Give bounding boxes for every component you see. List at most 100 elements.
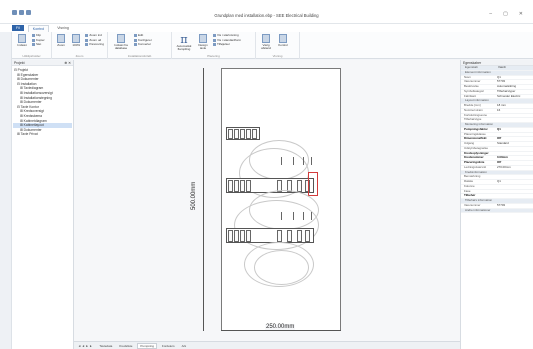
pan-button[interactable]: Panorering [85, 43, 104, 47]
window-controls: – ▢ ✕ [489, 11, 523, 17]
property-value: Værdi [498, 66, 506, 69]
group-label: Installationsforløb [127, 54, 152, 58]
zoom-icon [57, 34, 66, 43]
sheet-tab[interactable]: Fordelers [160, 344, 177, 348]
group-label: Visning [272, 54, 283, 58]
additions-button[interactable]: Tilføjelser [213, 43, 241, 47]
property-key: Kolonne [464, 184, 475, 188]
navigator-pin-close[interactable]: ⊕ ✕ [64, 61, 71, 65]
project-navigator: Projekt ⊕ ✕ ⊟ Projekt ⊞ Egenskaber ⊞ Dok… [12, 60, 74, 349]
convert-button[interactable]: Konverter [134, 43, 152, 47]
distance-icon [262, 34, 270, 43]
sheet-tab[interactable]: Tavledata [97, 344, 114, 348]
terminal-tick [281, 212, 282, 220]
property-value[interactable] [497, 118, 533, 122]
insert-from-database-button[interactable]: Indsæt fra database [111, 34, 131, 51]
clipboard-small-buttons: Klip Kopier Slet [32, 33, 45, 47]
property-value [498, 199, 533, 203]
module [246, 129, 251, 139]
property-key: Nominel strøm [464, 108, 483, 112]
module [252, 129, 257, 139]
delete-button[interactable]: Slet [32, 43, 45, 47]
ribbon-group-zoom: Zoom 100% Zoom ind Zoom ud Panorering Zo… [52, 32, 108, 59]
tab-file[interactable]: Fil [12, 25, 24, 31]
property-key: Element information [465, 70, 491, 74]
module [228, 180, 233, 192]
property-key: Fase [464, 189, 471, 193]
close-button[interactable]: ✕ [519, 11, 523, 17]
property-value[interactable]: Q1 [497, 76, 533, 80]
property-value[interactable] [497, 194, 533, 198]
drawing-canvas[interactable]: 500.00mm 250.00mm [74, 60, 460, 341]
property-value[interactable]: Q1 [497, 128, 533, 132]
terminal-tick [281, 157, 282, 165]
property-value [498, 209, 533, 213]
property-key: Kredsoplysninger [464, 151, 489, 155]
property-value[interactable]: 57703 [497, 204, 533, 208]
property-value[interactable] [497, 175, 533, 179]
terminal-tick [311, 212, 312, 220]
property-key: Tilbehørs information [465, 199, 493, 202]
property-value[interactable]: 0.00mm [497, 156, 533, 160]
paste-icon [18, 34, 26, 43]
property-value[interactable]: 16 [497, 109, 533, 113]
property-value [498, 171, 533, 175]
property-key: Bredde [mm] [464, 104, 481, 107]
placement-small-buttons: Vis i startvisning Vis i standardform Ti… [213, 33, 241, 47]
design-panel-button[interactable]: Design tavle [196, 34, 210, 51]
selected-component-highlight[interactable] [308, 172, 318, 196]
property-value[interactable] [497, 133, 533, 137]
tab-visning[interactable]: Visning [53, 25, 73, 31]
property-value[interactable] [497, 114, 533, 118]
property-value[interactable] [497, 185, 533, 189]
paste-button[interactable]: Indsæt [15, 34, 29, 47]
tree-item[interactable]: ⊞ Tavle Privat [13, 132, 72, 137]
property-value[interactable]: Schneider Electric [497, 95, 533, 99]
din-rail-bottom[interactable] [226, 228, 314, 243]
minimize-button[interactable]: – [489, 11, 492, 17]
module [240, 129, 245, 139]
sheet-tab[interactable]: Ark [180, 344, 189, 348]
sheet-tab[interactable]: Kredsliste [117, 344, 134, 348]
property-value[interactable]: Automatsikring [497, 85, 533, 89]
auto-placement-button[interactable]: π Automatisk flampiling [175, 34, 193, 52]
terminal-tick [293, 157, 294, 165]
select-distance-button[interactable]: Vælg afstand [259, 34, 273, 51]
property-key: Layout information [465, 99, 489, 103]
module [228, 230, 233, 242]
property-value[interactable]: Off [497, 161, 533, 165]
sheet-tab-active[interactable]: Pumpning [137, 342, 157, 349]
module [240, 230, 245, 242]
property-value[interactable] [497, 152, 533, 156]
property-value[interactable]: Standard [497, 142, 533, 146]
property-key: Varenummer [464, 203, 481, 207]
tab-kontrol[interactable]: Kontrol [27, 24, 50, 32]
property-key: Dimensioneffekt [464, 137, 487, 141]
property-key: Placeringslinie [464, 161, 485, 164]
property-value[interactable]: Q1 [497, 180, 533, 184]
property-value[interactable]: 18 mm [497, 104, 533, 108]
property-value[interactable] [497, 190, 533, 194]
property-key: Beskrivelse [464, 85, 479, 88]
din-rail-top[interactable] [226, 127, 260, 140]
module [234, 180, 239, 192]
module [246, 180, 251, 192]
sheet-nav-arrows[interactable]: ◄ ◄ ► ► [76, 344, 94, 348]
property-value[interactable]: Off [497, 137, 533, 141]
property-key: Fabrikant [464, 94, 477, 98]
maximize-button[interactable]: ▢ [503, 11, 508, 17]
app-window: Grundplan med installation.ebp - SEE Ele… [0, 0, 533, 349]
terminal-tick [293, 212, 294, 220]
property-value[interactable] [497, 147, 533, 151]
module [277, 230, 282, 242]
zoom-100-button[interactable]: 100% [70, 34, 82, 47]
zoom-button[interactable]: Zoom [55, 34, 67, 47]
module [297, 230, 302, 242]
check-button[interactable]: Kontrol [276, 34, 290, 47]
property-value[interactable]: 57703 [497, 80, 533, 84]
left-side-strip [0, 24, 12, 349]
property-value [498, 99, 533, 103]
vertical-dimension-line [203, 68, 204, 331]
property-value[interactable]: Tilbehørstyper [497, 90, 533, 94]
property-value[interactable]: 270.00mm [497, 166, 533, 170]
